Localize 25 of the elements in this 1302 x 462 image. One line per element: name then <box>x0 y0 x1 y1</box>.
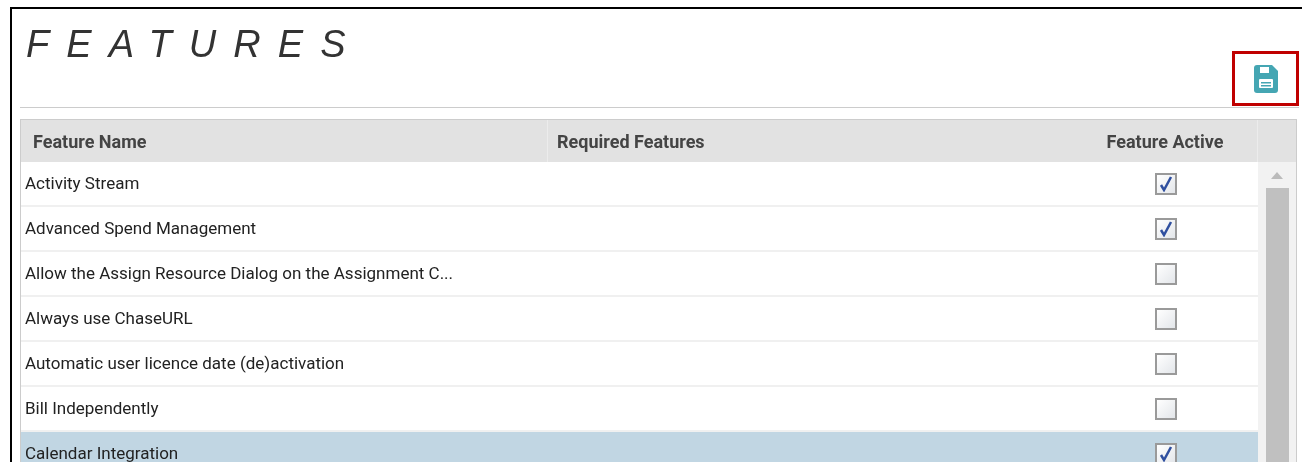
feature-name: Calendar Integration <box>24 441 180 462</box>
checkbox[interactable] <box>1154 262 1177 285</box>
check-icon <box>1158 445 1173 462</box>
check-icon <box>1158 220 1173 237</box>
checkbox[interactable] <box>1154 352 1177 375</box>
feature-name: Allow the Assign Resource Dialog on the Assignment C... <box>24 261 455 285</box>
checkbox[interactable] <box>1154 172 1177 195</box>
checkbox[interactable] <box>1154 442 1177 462</box>
page-title: FEATURES <box>26 25 363 63</box>
feature-name: Always use ChaseURL <box>24 306 194 330</box>
feature-name: Activity Stream <box>24 171 141 195</box>
save-button[interactable] <box>1232 51 1299 106</box>
checkbox[interactable] <box>1154 397 1177 420</box>
save-icon <box>1253 64 1278 93</box>
scrollbar[interactable] <box>1258 162 1296 462</box>
table-row[interactable]: Calendar Integration <box>21 432 1259 462</box>
column-header: Required Features <box>556 129 706 154</box>
feature-name: Bill Independently <box>24 396 160 420</box>
checkbox[interactable] <box>1154 307 1177 330</box>
checkbox[interactable] <box>1154 217 1177 240</box>
scrollbar-thumb[interactable] <box>1265 188 1289 462</box>
feature-name: Automatic user licence date (de)activation <box>24 351 346 375</box>
check-icon <box>1158 175 1173 192</box>
feature-name: Advanced Spend Management <box>24 216 258 240</box>
scroll-up-icon <box>1271 172 1283 179</box>
